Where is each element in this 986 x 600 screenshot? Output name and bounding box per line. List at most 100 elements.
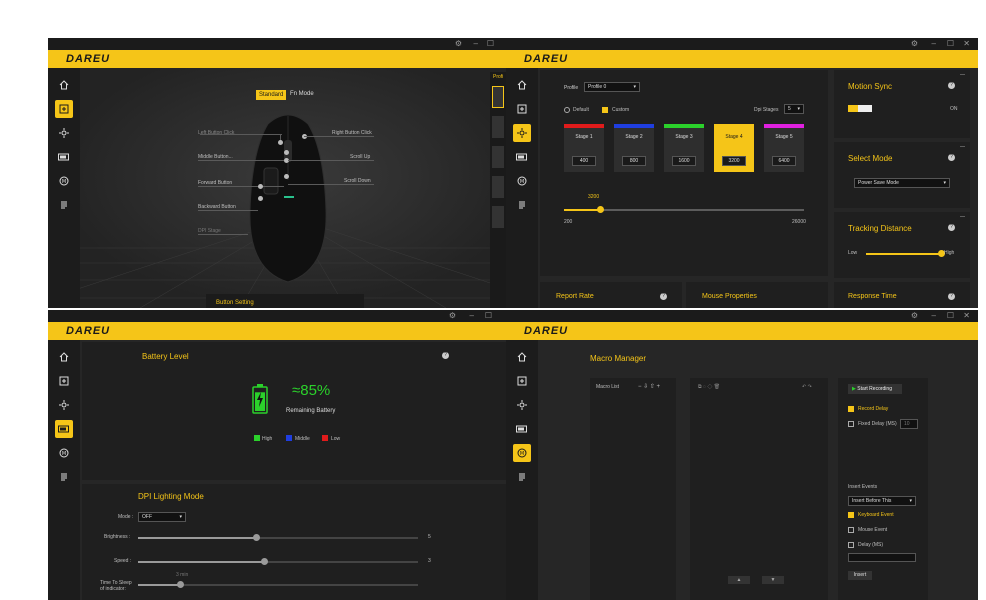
profile-thumb[interactable] (492, 176, 504, 198)
dpi-stage-card[interactable]: Stage 3 1600 (664, 124, 704, 172)
select-mode-dropdown[interactable]: Power Save Mode ▾ (854, 178, 950, 188)
minimize-icon[interactable]: – (932, 311, 936, 320)
left-click-label[interactable]: Left Button Click (198, 130, 234, 136)
dpi-slider-knob[interactable] (597, 206, 604, 213)
macro-icon[interactable]: M (513, 444, 531, 462)
brand-bar: DAREU (48, 322, 506, 340)
record-delay-checkbox[interactable] (848, 406, 854, 412)
help-icon[interactable]: ? (948, 224, 955, 231)
dpi-stage-value[interactable]: 1600 (672, 156, 696, 166)
dpi-stage-card[interactable]: Stage 1 400 (564, 124, 604, 172)
editor-toolbar[interactable]: ⧉ ◌ ◇ 🗑 (698, 384, 720, 390)
buttons-icon[interactable] (55, 100, 73, 118)
fn-mode-button[interactable]: Fn Mode (290, 91, 314, 97)
delay-ms-input[interactable] (848, 553, 916, 562)
maximize-icon[interactable]: ☐ (485, 311, 492, 320)
insert-position-select[interactable]: Insert Before This ▾ (848, 496, 916, 506)
maximize-icon[interactable]: ☐ (487, 39, 494, 48)
macro-editor-panel: ⧉ ◌ ◇ 🗑 ↶ ↷ ▲ ▼ (690, 378, 828, 600)
battery-icon[interactable] (513, 148, 531, 166)
sleep-knob[interactable] (177, 581, 184, 588)
battery-icon[interactable] (55, 420, 73, 438)
scroll-up-label[interactable]: Scroll Up (350, 154, 370, 160)
dpi-stage-card[interactable]: Stage 4 3200 (714, 124, 754, 172)
delay-ms-checkbox[interactable] (848, 542, 854, 548)
home-icon[interactable] (55, 348, 73, 366)
keyboard-event-checkbox[interactable] (848, 512, 854, 518)
speed-knob[interactable] (261, 558, 268, 565)
lighting-mode-select[interactable]: OFF ▾ (138, 512, 186, 522)
profile-thumb[interactable] (492, 206, 504, 228)
maximize-icon[interactable]: ☐ (947, 311, 954, 320)
forward-button-label[interactable]: Forward Button (198, 180, 232, 186)
help-icon[interactable]: ? (442, 352, 449, 359)
home-icon[interactable] (55, 76, 73, 94)
help-icon[interactable]: ? (948, 293, 955, 300)
dpi-stage-value[interactable]: 3200 (722, 156, 746, 166)
backward-button-label[interactable]: Backward Button (198, 204, 236, 210)
move-up-button[interactable]: ▲ (728, 576, 750, 584)
settings-list-icon[interactable] (55, 196, 73, 214)
battery-icon[interactable] (55, 148, 73, 166)
fixed-delay-checkbox[interactable] (848, 421, 854, 427)
profile-thumb[interactable] (492, 146, 504, 168)
minimize-icon[interactable]: – (470, 311, 474, 320)
default-radio[interactable] (564, 107, 570, 113)
home-icon[interactable] (513, 76, 531, 94)
dpi-stage-label[interactable]: DPI Stage (198, 228, 221, 234)
help-icon[interactable]: ? (948, 154, 955, 161)
macro-icon[interactable]: M (513, 172, 531, 190)
move-down-button[interactable]: ▼ (762, 576, 784, 584)
dpi-icon[interactable] (513, 396, 531, 414)
macro-icon[interactable]: M (55, 172, 73, 190)
maximize-icon[interactable]: ☐ (947, 39, 954, 48)
settings-icon[interactable]: ⚙ (911, 39, 918, 48)
mouse-event-checkbox[interactable] (848, 527, 854, 533)
macro-list-actions[interactable]: − ⇩ ⇧ + (638, 383, 660, 390)
brightness-knob[interactable] (252, 534, 260, 541)
help-icon[interactable]: ? (948, 82, 955, 89)
dpi-stages-select[interactable]: 5 ▾ (784, 104, 804, 114)
right-click-label[interactable]: Right Button Click (332, 130, 372, 136)
settings-list-icon[interactable] (513, 468, 531, 486)
dpi-stage-value[interactable]: 400 (572, 156, 596, 166)
home-icon[interactable] (513, 348, 531, 366)
fixed-delay-input[interactable]: 10 (900, 419, 918, 429)
scroll-down-label[interactable]: Scroll Down (344, 178, 371, 184)
dpi-icon[interactable] (513, 124, 531, 142)
dpi-stage-value[interactable]: 800 (622, 156, 646, 166)
settings-icon[interactable]: ⚙ (455, 39, 462, 48)
start-recording-button[interactable]: ▶ Start Recording (848, 384, 902, 394)
help-icon[interactable]: ? (660, 293, 667, 300)
settings-icon[interactable]: ⚙ (449, 311, 456, 320)
standard-mode-button[interactable]: Standard (256, 90, 287, 100)
dpi-stage-value[interactable]: 6400 (772, 156, 796, 166)
custom-checkbox[interactable] (602, 107, 608, 113)
dpi-stage-card[interactable]: Stage 2 800 (614, 124, 654, 172)
settings-list-icon[interactable] (513, 196, 531, 214)
middle-button-label[interactable]: Middle Button... (198, 154, 233, 160)
buttons-icon[interactable] (513, 372, 531, 390)
minimize-icon[interactable]: – (932, 39, 936, 48)
macro-icon[interactable]: M (55, 444, 73, 462)
minimize-icon[interactable]: – (474, 39, 478, 48)
profile-select[interactable]: Profile 0 ▾ (584, 82, 640, 92)
buttons-icon[interactable] (513, 100, 531, 118)
close-icon[interactable]: ✕ (963, 311, 970, 320)
buttons-icon[interactable] (55, 372, 73, 390)
profile-thumb[interactable] (492, 116, 504, 138)
battery-icon[interactable] (513, 420, 531, 438)
tracking-slider[interactable] (866, 253, 942, 255)
fixed-delay-label: Fixed Delay (MS) (858, 421, 897, 427)
settings-icon[interactable]: ⚙ (911, 311, 918, 320)
dpi-stage-card[interactable]: Stage 5 6400 (764, 124, 804, 172)
insert-button[interactable]: Insert (848, 571, 872, 580)
dpi-icon[interactable] (55, 396, 73, 414)
undo-redo-icons[interactable]: ↶ ↷ (802, 384, 812, 390)
callout-line (198, 186, 284, 187)
close-icon[interactable]: ✕ (963, 39, 970, 48)
motion-sync-toggle[interactable] (848, 105, 872, 112)
profile-thumb[interactable] (492, 86, 504, 108)
settings-list-icon[interactable] (55, 468, 73, 486)
dpi-icon[interactable] (55, 124, 73, 142)
